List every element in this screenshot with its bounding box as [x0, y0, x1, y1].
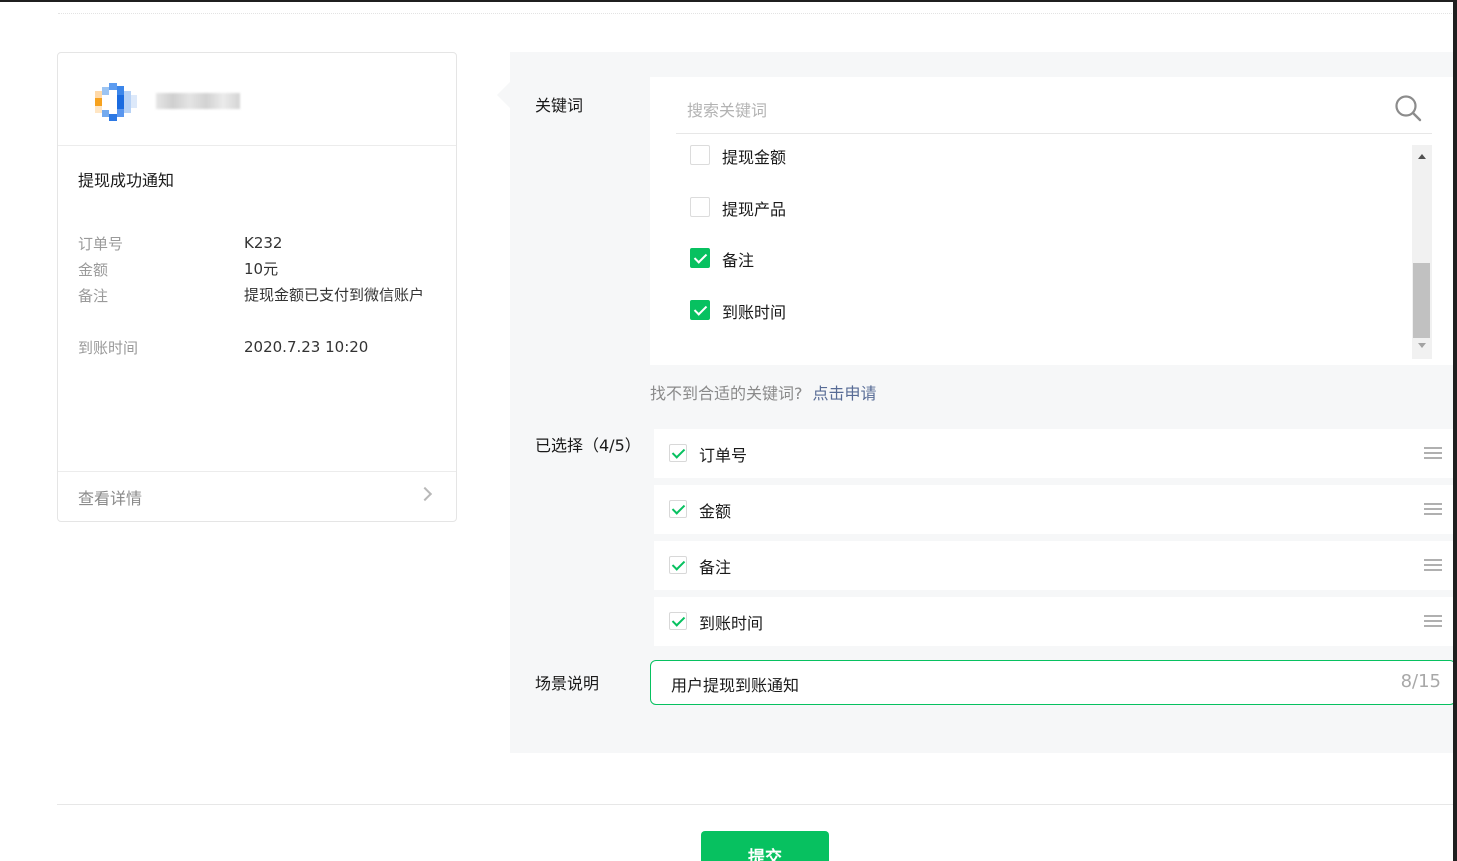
preview-key: 订单号 — [78, 235, 124, 253]
keyword-option-label: 到账时间 — [722, 303, 787, 322]
selected-checkbox[interactable] — [669, 612, 687, 630]
preview-value: 10元 — [244, 260, 279, 278]
selected-label: 已选择（4/5） — [535, 436, 641, 455]
scroll-up-arrow-icon[interactable] — [1418, 154, 1426, 159]
keyword-checkbox[interactable] — [690, 197, 710, 217]
keyword-hint: 找不到合适的关键词? 点击申请 — [650, 380, 877, 404]
keyword-search-input[interactable]: 搜索关键词 — [687, 97, 767, 121]
view-details-label: 查看详情 — [78, 489, 143, 508]
chevron-right-icon — [417, 486, 433, 502]
selected-checkbox[interactable] — [669, 444, 687, 462]
selected-item[interactable]: 到账时间 — [654, 597, 1455, 646]
account-avatar-icon — [95, 83, 137, 121]
window-right-border — [1453, 0, 1457, 861]
footer-divider — [57, 804, 1455, 805]
scene-label: 场景说明 — [535, 674, 600, 693]
selected-item[interactable]: 金额 — [654, 485, 1455, 534]
keyword-picker: 搜索关键词 提现金额 提现产品 备注 到账时间 — [650, 77, 1455, 365]
drag-handle-icon[interactable] — [1424, 615, 1442, 628]
preview-key: 备注 — [78, 287, 109, 305]
keyword-checkbox-checked[interactable] — [690, 300, 710, 320]
selected-item-label: 到账时间 — [699, 614, 764, 633]
preview-key: 金额 — [78, 261, 109, 279]
account-name-blurred — [156, 93, 240, 109]
preview-key: 到账时间 — [78, 339, 139, 357]
scene-char-counter: 8/15 — [1400, 671, 1441, 692]
top-divider — [58, 13, 1454, 14]
search-icon[interactable] — [1394, 94, 1422, 122]
apply-keyword-link[interactable]: 点击申请 — [813, 384, 877, 403]
selected-item-label: 订单号 — [699, 446, 748, 465]
scene-description-value: 用户提现到账通知 — [671, 676, 800, 695]
keyword-checkbox-checked[interactable] — [690, 248, 710, 268]
preview-value: K232 — [244, 234, 283, 252]
panel-pointer — [497, 82, 510, 108]
view-details-link[interactable]: 查看详情 — [58, 471, 456, 521]
preview-value: 2020.7.23 10:20 — [244, 338, 369, 356]
scrollbar-thumb[interactable] — [1413, 263, 1430, 338]
search-underline — [676, 133, 1432, 134]
preview-title: 提现成功通知 — [78, 171, 175, 190]
keyword-scrollbar[interactable] — [1412, 145, 1432, 359]
preview-value: 提现金额已支付到微信账户 — [244, 286, 425, 304]
top-border — [0, 0, 1457, 2]
scene-description-input[interactable]: 用户提现到账通知 8/15 — [650, 660, 1456, 705]
selected-item[interactable]: 订单号 — [654, 429, 1455, 478]
drag-handle-icon[interactable] — [1424, 503, 1442, 516]
keyword-checkbox[interactable] — [690, 145, 710, 165]
drag-handle-icon[interactable] — [1424, 447, 1442, 460]
scroll-down-arrow-icon[interactable] — [1418, 343, 1426, 348]
keyword-option-label: 提现金额 — [722, 148, 787, 167]
selected-item-label: 金额 — [699, 502, 732, 521]
keyword-hint-text: 找不到合适的关键词? — [650, 384, 803, 403]
selected-item[interactable]: 备注 — [654, 541, 1455, 590]
keyword-option-label: 提现产品 — [722, 200, 787, 219]
keyword-option-label: 备注 — [722, 251, 755, 270]
keywords-label: 关键词 — [535, 96, 584, 115]
selected-checkbox[interactable] — [669, 500, 687, 518]
preview-account-header — [58, 53, 456, 146]
selected-checkbox[interactable] — [669, 556, 687, 574]
message-preview-card: 提现成功通知 订单号 K232 金额 10元 备注 提现金额已支付到微信账户 到… — [57, 52, 457, 522]
drag-handle-icon[interactable] — [1424, 559, 1442, 572]
submit-button[interactable]: 提交 — [701, 831, 829, 861]
selected-item-label: 备注 — [699, 558, 732, 577]
